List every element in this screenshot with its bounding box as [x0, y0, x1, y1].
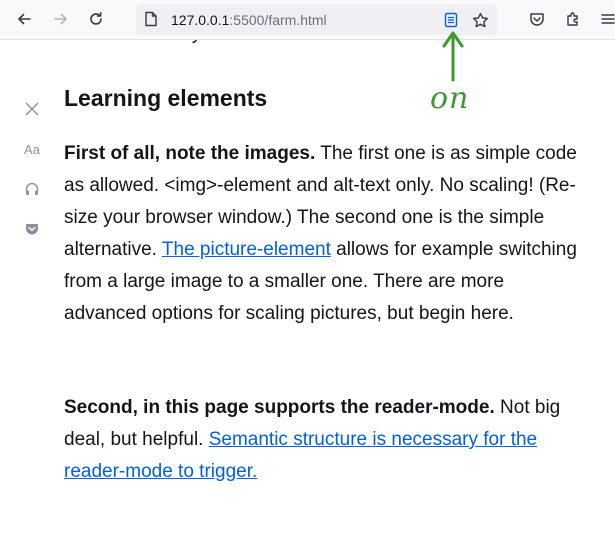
annotation-text: on	[430, 81, 470, 116]
text-settings-label: Aa	[24, 141, 40, 157]
text-settings-button[interactable]: Aa	[20, 137, 44, 161]
browser-toolbar: 127.0.0.1:5500/farm.html	[0, 0, 615, 40]
reload-icon	[90, 12, 102, 25]
pocket-button[interactable]	[523, 5, 551, 33]
close-icon	[25, 102, 39, 116]
pocket-icon	[26, 224, 38, 235]
forward-arrow-icon	[54, 13, 67, 25]
reader-view-icon	[444, 12, 458, 28]
address-bar[interactable]: 127.0.0.1:5500/farm.html	[136, 4, 497, 35]
hamburger-menu-icon	[601, 14, 615, 24]
headphones-icon	[25, 182, 39, 195]
url-text: 127.0.0.1:5500/farm.html	[171, 12, 327, 28]
paragraph-reader-mode: Second, in this page supports the reader…	[64, 392, 584, 488]
paragraph-images: First of all, note the images. The first…	[64, 138, 584, 330]
url-host: 127.0.0.1	[171, 12, 230, 28]
reader-view-button[interactable]	[441, 10, 461, 30]
back-arrow-icon	[18, 13, 31, 25]
close-reader-button[interactable]	[20, 97, 44, 121]
save-to-pocket-button[interactable]	[20, 217, 44, 241]
paragraph-images-bold: First of all, note the images.	[64, 143, 316, 164]
reload-button[interactable]	[82, 5, 110, 33]
star-icon	[472, 12, 488, 27]
menu-button[interactable]	[594, 5, 615, 33]
listen-button[interactable]	[20, 177, 44, 201]
picture-element-link[interactable]: The picture-element	[162, 239, 331, 260]
bookmark-button[interactable]	[470, 10, 490, 30]
paragraph-reader-mode-bold: Second, in this page supports the reader…	[64, 397, 495, 418]
section-heading: Learning elements	[64, 85, 268, 111]
extensions-button[interactable]	[559, 5, 587, 33]
url-path: :5500/farm.html	[229, 12, 327, 28]
forward-button[interactable]	[47, 5, 75, 33]
pocket-icon	[530, 13, 544, 26]
back-button[interactable]	[10, 5, 38, 33]
page-icon	[144, 11, 158, 32]
puzzle-icon	[567, 12, 578, 26]
